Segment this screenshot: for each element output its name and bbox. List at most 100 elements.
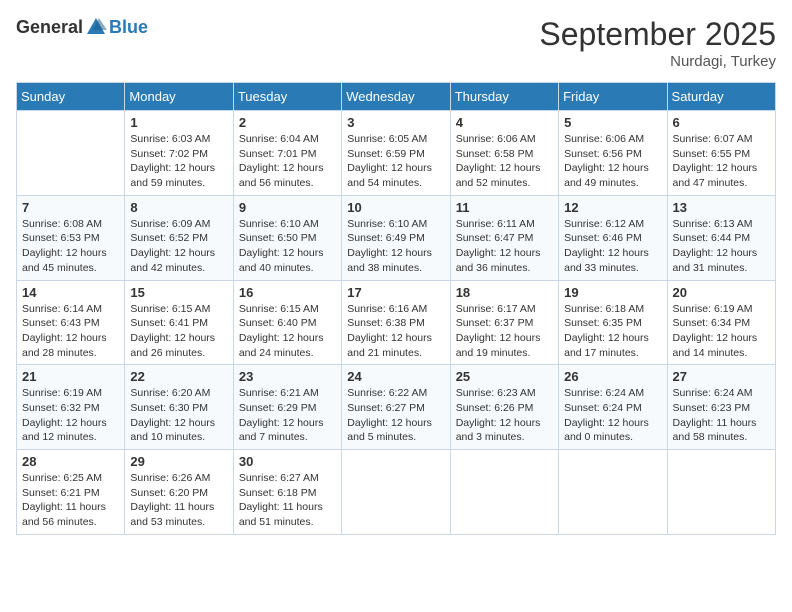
calendar-day-cell xyxy=(342,450,450,535)
day-info: Sunrise: 6:17 AM Sunset: 6:37 PM Dayligh… xyxy=(456,302,553,361)
day-number: 28 xyxy=(22,454,119,469)
calendar-day-cell: 4Sunrise: 6:06 AM Sunset: 6:58 PM Daylig… xyxy=(450,111,558,196)
calendar-day-cell: 26 Sunrise: 6:24 AM Sunset: 6:24 PM Dayli… xyxy=(559,365,667,450)
day-number: 14 xyxy=(22,285,119,300)
day-number: 24 xyxy=(347,369,444,384)
day-number: 2 xyxy=(239,115,336,130)
day-number: 25 xyxy=(456,369,553,384)
calendar-day-cell: 18 Sunrise: 6:17 AM Sunset: 6:37 PM Dayli… xyxy=(450,280,558,365)
calendar-day-cell: 29 Sunrise: 6:26 AM Sunset: 6:20 PM Dayli… xyxy=(125,450,233,535)
calendar-week-row: 28 Sunrise: 6:25 AM Sunset: 6:21 PM Dayli… xyxy=(17,450,776,535)
day-number: 11 xyxy=(456,200,553,215)
calendar-day-cell: 17Sunrise: 6:16 AM Sunset: 6:38 PM Dayli… xyxy=(342,280,450,365)
day-number: 12 xyxy=(564,200,661,215)
calendar-day-cell: 12 Sunrise: 6:12 AM Sunset: 6:46 PM Dayli… xyxy=(559,195,667,280)
month-title: September 2025 xyxy=(539,16,776,53)
calendar-day-header: Thursday xyxy=(450,83,558,111)
day-info: Sunrise: 6:23 AM Sunset: 6:26 PM Dayligh… xyxy=(456,386,553,445)
day-info: Sunrise: 6:06 AM Sunset: 6:58 PM Dayligh… xyxy=(456,132,553,191)
day-number: 22 xyxy=(130,369,227,384)
calendar-day-cell: 22 Sunrise: 6:20 AM Sunset: 6:30 PM Dayli… xyxy=(125,365,233,450)
day-info: Sunrise: 6:22 AM Sunset: 6:27 PM Dayligh… xyxy=(347,386,444,445)
day-info: Sunrise: 6:20 AM Sunset: 6:30 PM Dayligh… xyxy=(130,386,227,445)
day-info: Sunrise: 6:07 AM Sunset: 6:55 PM Dayligh… xyxy=(673,132,770,191)
day-info: Sunrise: 6:15 AM Sunset: 6:41 PM Dayligh… xyxy=(130,302,227,361)
day-info: Sunrise: 6:12 AM Sunset: 6:46 PM Dayligh… xyxy=(564,217,661,276)
day-info: Sunrise: 6:24 AM Sunset: 6:24 PM Dayligh… xyxy=(564,386,661,445)
day-number: 26 xyxy=(564,369,661,384)
calendar-day-cell: 6Sunrise: 6:07 AM Sunset: 6:55 PM Daylig… xyxy=(667,111,775,196)
calendar-day-header: Wednesday xyxy=(342,83,450,111)
day-info: Sunrise: 6:27 AM Sunset: 6:18 PM Dayligh… xyxy=(239,471,336,530)
day-number: 15 xyxy=(130,285,227,300)
calendar-week-row: 14Sunrise: 6:14 AM Sunset: 6:43 PM Dayli… xyxy=(17,280,776,365)
day-number: 20 xyxy=(673,285,770,300)
day-info: Sunrise: 6:04 AM Sunset: 7:01 PM Dayligh… xyxy=(239,132,336,191)
day-info: Sunrise: 6:18 AM Sunset: 6:35 PM Dayligh… xyxy=(564,302,661,361)
calendar-day-cell: 16 Sunrise: 6:15 AM Sunset: 6:40 PM Dayli… xyxy=(233,280,341,365)
calendar-day-cell: 11Sunrise: 6:11 AM Sunset: 6:47 PM Dayli… xyxy=(450,195,558,280)
day-number: 19 xyxy=(564,285,661,300)
calendar-day-cell: 21 Sunrise: 6:19 AM Sunset: 6:32 PM Dayli… xyxy=(17,365,125,450)
day-number: 10 xyxy=(347,200,444,215)
calendar-header-row: SundayMondayTuesdayWednesdayThursdayFrid… xyxy=(17,83,776,111)
day-number: 9 xyxy=(239,200,336,215)
day-info: Sunrise: 6:15 AM Sunset: 6:40 PM Dayligh… xyxy=(239,302,336,361)
calendar-day-cell: 10 Sunrise: 6:10 AM Sunset: 6:49 PM Dayli… xyxy=(342,195,450,280)
calendar-day-cell: 13Sunrise: 6:13 AM Sunset: 6:44 PM Dayli… xyxy=(667,195,775,280)
title-block: September 2025 Nurdagi, Turkey xyxy=(539,16,776,70)
logo-blue: Blue xyxy=(109,17,148,38)
calendar-day-cell: 7Sunrise: 6:08 AM Sunset: 6:53 PM Daylig… xyxy=(17,195,125,280)
logo-general: General xyxy=(16,17,83,38)
day-info: Sunrise: 6:06 AM Sunset: 6:56 PM Dayligh… xyxy=(564,132,661,191)
day-number: 21 xyxy=(22,369,119,384)
day-number: 18 xyxy=(456,285,553,300)
day-info: Sunrise: 6:10 AM Sunset: 6:49 PM Dayligh… xyxy=(347,217,444,276)
calendar-week-row: 21 Sunrise: 6:19 AM Sunset: 6:32 PM Dayli… xyxy=(17,365,776,450)
day-info: Sunrise: 6:08 AM Sunset: 6:53 PM Dayligh… xyxy=(22,217,119,276)
calendar-week-row: 7Sunrise: 6:08 AM Sunset: 6:53 PM Daylig… xyxy=(17,195,776,280)
calendar-table: SundayMondayTuesdayWednesdayThursdayFrid… xyxy=(16,82,776,535)
calendar-day-cell: 28 Sunrise: 6:25 AM Sunset: 6:21 PM Dayli… xyxy=(17,450,125,535)
day-number: 16 xyxy=(239,285,336,300)
day-number: 29 xyxy=(130,454,227,469)
day-info: Sunrise: 6:19 AM Sunset: 6:34 PM Dayligh… xyxy=(673,302,770,361)
day-number: 3 xyxy=(347,115,444,130)
calendar-day-cell: 30 Sunrise: 6:27 AM Sunset: 6:18 PM Dayli… xyxy=(233,450,341,535)
day-info: Sunrise: 6:05 AM Sunset: 6:59 PM Dayligh… xyxy=(347,132,444,191)
calendar-day-cell: 9 Sunrise: 6:10 AM Sunset: 6:50 PM Daylig… xyxy=(233,195,341,280)
day-info: Sunrise: 6:26 AM Sunset: 6:20 PM Dayligh… xyxy=(130,471,227,530)
day-info: Sunrise: 6:03 AM Sunset: 7:02 PM Dayligh… xyxy=(130,132,227,191)
calendar-day-cell: 20 Sunrise: 6:19 AM Sunset: 6:34 PM Dayli… xyxy=(667,280,775,365)
day-number: 17 xyxy=(347,285,444,300)
day-info: Sunrise: 6:13 AM Sunset: 6:44 PM Dayligh… xyxy=(673,217,770,276)
calendar-day-header: Tuesday xyxy=(233,83,341,111)
calendar-day-cell: 1Sunrise: 6:03 AM Sunset: 7:02 PM Daylig… xyxy=(125,111,233,196)
calendar-day-cell: 14Sunrise: 6:14 AM Sunset: 6:43 PM Dayli… xyxy=(17,280,125,365)
calendar-day-cell xyxy=(667,450,775,535)
logo-icon xyxy=(85,16,107,38)
calendar-day-header: Saturday xyxy=(667,83,775,111)
day-info: Sunrise: 6:10 AM Sunset: 6:50 PM Dayligh… xyxy=(239,217,336,276)
calendar-day-cell: 19 Sunrise: 6:18 AM Sunset: 6:35 PM Dayli… xyxy=(559,280,667,365)
page-header: General Blue September 2025 Nurdagi, Tur… xyxy=(16,16,776,70)
calendar-day-cell: 3 Sunrise: 6:05 AM Sunset: 6:59 PM Daylig… xyxy=(342,111,450,196)
logo: General Blue xyxy=(16,16,148,38)
calendar-day-cell xyxy=(559,450,667,535)
day-info: Sunrise: 6:24 AM Sunset: 6:23 PM Dayligh… xyxy=(673,386,770,445)
calendar-week-row: 1Sunrise: 6:03 AM Sunset: 7:02 PM Daylig… xyxy=(17,111,776,196)
day-number: 27 xyxy=(673,369,770,384)
calendar-day-cell: 2 Sunrise: 6:04 AM Sunset: 7:01 PM Daylig… xyxy=(233,111,341,196)
day-info: Sunrise: 6:25 AM Sunset: 6:21 PM Dayligh… xyxy=(22,471,119,530)
calendar-day-cell: 27 Sunrise: 6:24 AM Sunset: 6:23 PM Dayli… xyxy=(667,365,775,450)
day-number: 30 xyxy=(239,454,336,469)
calendar-day-cell: 15 Sunrise: 6:15 AM Sunset: 6:41 PM Dayli… xyxy=(125,280,233,365)
calendar-day-cell: 24 Sunrise: 6:22 AM Sunset: 6:27 PM Dayli… xyxy=(342,365,450,450)
day-number: 23 xyxy=(239,369,336,384)
calendar-day-cell: 25 Sunrise: 6:23 AM Sunset: 6:26 PM Dayli… xyxy=(450,365,558,450)
day-info: Sunrise: 6:09 AM Sunset: 6:52 PM Dayligh… xyxy=(130,217,227,276)
location: Nurdagi, Turkey xyxy=(539,53,776,70)
day-number: 8 xyxy=(130,200,227,215)
day-number: 5 xyxy=(564,115,661,130)
day-info: Sunrise: 6:19 AM Sunset: 6:32 PM Dayligh… xyxy=(22,386,119,445)
